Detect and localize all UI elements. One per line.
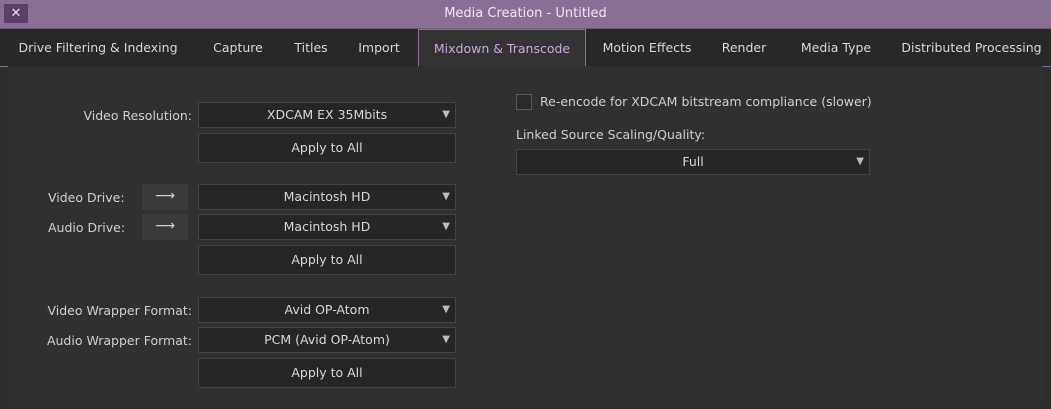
reencode-checkbox[interactable] [516,94,532,110]
audio-wrapper-format-select[interactable]: PCM (Avid OP-Atom) ▼ [198,327,456,353]
tab-media-type[interactable]: Media Type [784,29,888,66]
apply-wrappers-button[interactable]: Apply to All [198,358,456,388]
linked-scaling-select[interactable]: Full ▼ [516,149,870,175]
video-resolution-value: XDCAM EX 35Mbits [266,107,388,122]
tab-motion-effects[interactable]: Motion Effects [590,29,704,66]
tab-drive-filtering-indexing[interactable]: Drive Filtering & Indexing [0,29,196,66]
chevron-down-icon: ▼ [442,304,450,315]
video-drive-select[interactable]: Macintosh HD ▼ [198,184,456,210]
video-wrapper-format-select[interactable]: Avid OP-Atom ▼ [198,297,456,323]
apply-drives-button[interactable]: Apply to All [198,245,456,275]
close-icon: ✕ [10,6,22,21]
tab-bar: Drive Filtering & Indexing Capture Title… [0,29,1051,67]
video-drive-value: Macintosh HD [283,189,371,204]
close-button[interactable]: ✕ [4,4,28,23]
audio-drive-select[interactable]: Macintosh HD ▼ [198,214,456,240]
linked-scaling-value: Full [682,154,704,169]
reencode-label: Re-encode for XDCAM bitstream compliance… [540,94,872,109]
chevron-down-icon: ▼ [442,109,450,120]
chevron-down-icon: ▼ [442,191,450,202]
window-title: Media Creation - Untitled [444,6,607,21]
audio-wrapper-format-label: Audio Wrapper Format: [46,333,192,348]
video-drive-label: Video Drive: [48,190,125,205]
video-resolution-label: Video Resolution: [83,108,192,123]
tab-titles[interactable]: Titles [282,29,340,66]
tab-distributed-processing[interactable]: Distributed Processing [892,29,1051,66]
chevron-down-icon: ▼ [442,334,450,345]
audio-drive-value: Macintosh HD [283,219,371,234]
chevron-down-icon: ▼ [442,221,450,232]
video-drive-arrow-icon: ⟶ [142,184,188,210]
video-resolution-select[interactable]: XDCAM EX 35Mbits ▼ [198,102,456,128]
apply-resolution-button[interactable]: Apply to All [198,133,456,163]
tab-capture[interactable]: Capture [200,29,276,66]
video-wrapper-format-label: Video Wrapper Format: [47,303,192,318]
tab-render[interactable]: Render [710,29,778,66]
audio-wrapper-format-value: PCM (Avid OP-Atom) [264,332,390,347]
tab-import[interactable]: Import [346,29,412,66]
audio-drive-label: Audio Drive: [48,220,126,235]
video-wrapper-format-value: Avid OP-Atom [284,302,370,317]
tab-mixdown-transcode[interactable]: Mixdown & Transcode [418,29,586,67]
linked-scaling-label: Linked Source Scaling/Quality: [516,127,706,142]
title-bar: Media Creation - Untitled ✕ [0,0,1051,29]
audio-drive-arrow-icon: ⟶ [142,214,188,240]
chevron-down-icon: ▼ [856,156,864,167]
